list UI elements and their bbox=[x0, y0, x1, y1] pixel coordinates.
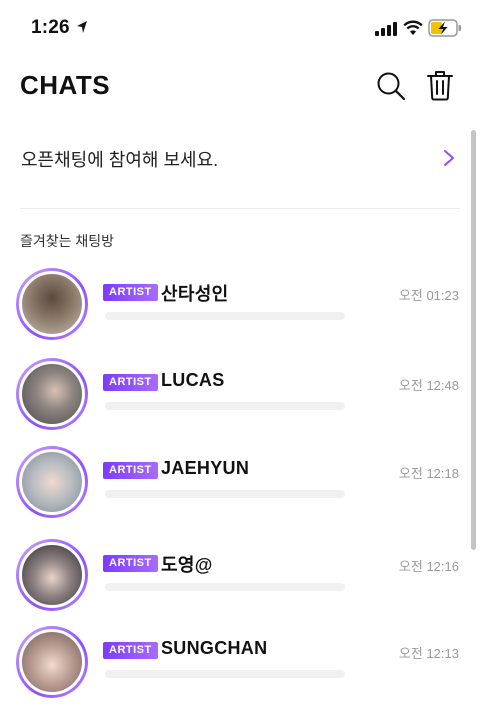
open-chat-banner[interactable]: 오픈채팅에 참여해 보세요. bbox=[0, 132, 480, 186]
avatar-image bbox=[19, 629, 85, 695]
trash-icon[interactable] bbox=[426, 69, 454, 101]
chat-row[interactable]: ARTIST SUNGCHAN 오전 12:13 bbox=[0, 626, 470, 714]
page-title: CHATS bbox=[20, 70, 111, 100]
message-preview bbox=[105, 490, 345, 498]
avatar bbox=[16, 268, 88, 340]
open-chat-label: 오픈채팅에 참여해 보세요. bbox=[21, 150, 219, 170]
artist-badge: ARTIST bbox=[103, 462, 158, 479]
chat-time: 오전 12:13 bbox=[398, 646, 459, 661]
artist-badge: ARTIST bbox=[103, 374, 158, 391]
chevron-right-icon bbox=[444, 150, 454, 166]
battery-charging-icon bbox=[428, 19, 461, 37]
avatar bbox=[16, 539, 88, 611]
chat-time: 오전 12:48 bbox=[398, 378, 459, 393]
chat-name: SUNGCHAN bbox=[161, 638, 268, 658]
message-preview bbox=[105, 312, 345, 320]
favorites-section-label: 즐겨찾는 채팅방 bbox=[20, 233, 115, 249]
chat-time: 오전 12:16 bbox=[398, 559, 459, 574]
artist-badge: ARTIST bbox=[103, 284, 158, 301]
scrollbar[interactable] bbox=[471, 130, 476, 550]
avatar-image bbox=[19, 361, 85, 427]
location-arrow-icon bbox=[77, 21, 87, 33]
message-preview bbox=[105, 583, 345, 591]
artist-badge: ARTIST bbox=[103, 642, 158, 659]
chat-name: JAEHYUN bbox=[161, 458, 250, 478]
avatar-image bbox=[19, 542, 85, 608]
status-time: 1:26 bbox=[31, 17, 70, 38]
chat-row[interactable]: ARTIST 도영@ 오전 12:16 bbox=[0, 539, 470, 627]
avatar-image bbox=[19, 449, 85, 515]
message-preview bbox=[105, 670, 345, 678]
chat-row[interactable]: ARTIST 산타성인 오전 01:23 bbox=[0, 268, 470, 356]
wifi-icon bbox=[403, 20, 423, 35]
status-bar: 1:26 bbox=[0, 0, 480, 56]
chat-row[interactable]: ARTIST JAEHYUN 오전 12:18 bbox=[0, 446, 470, 534]
avatar bbox=[16, 446, 88, 518]
chat-name: 산타성인 bbox=[161, 284, 229, 304]
avatar bbox=[16, 358, 88, 430]
chat-time: 오전 01:23 bbox=[398, 288, 459, 303]
search-icon[interactable] bbox=[375, 70, 407, 102]
divider bbox=[20, 208, 460, 209]
chat-row[interactable]: ARTIST LUCAS 오전 12:48 bbox=[0, 358, 470, 446]
message-preview bbox=[105, 402, 345, 410]
avatar-image bbox=[19, 271, 85, 337]
cellular-signal-icon bbox=[375, 22, 397, 36]
chat-name: 도영@ bbox=[161, 555, 213, 575]
avatar bbox=[16, 626, 88, 698]
chat-name: LUCAS bbox=[161, 370, 225, 390]
artist-badge: ARTIST bbox=[103, 555, 158, 572]
chat-time: 오전 12:18 bbox=[398, 466, 459, 481]
